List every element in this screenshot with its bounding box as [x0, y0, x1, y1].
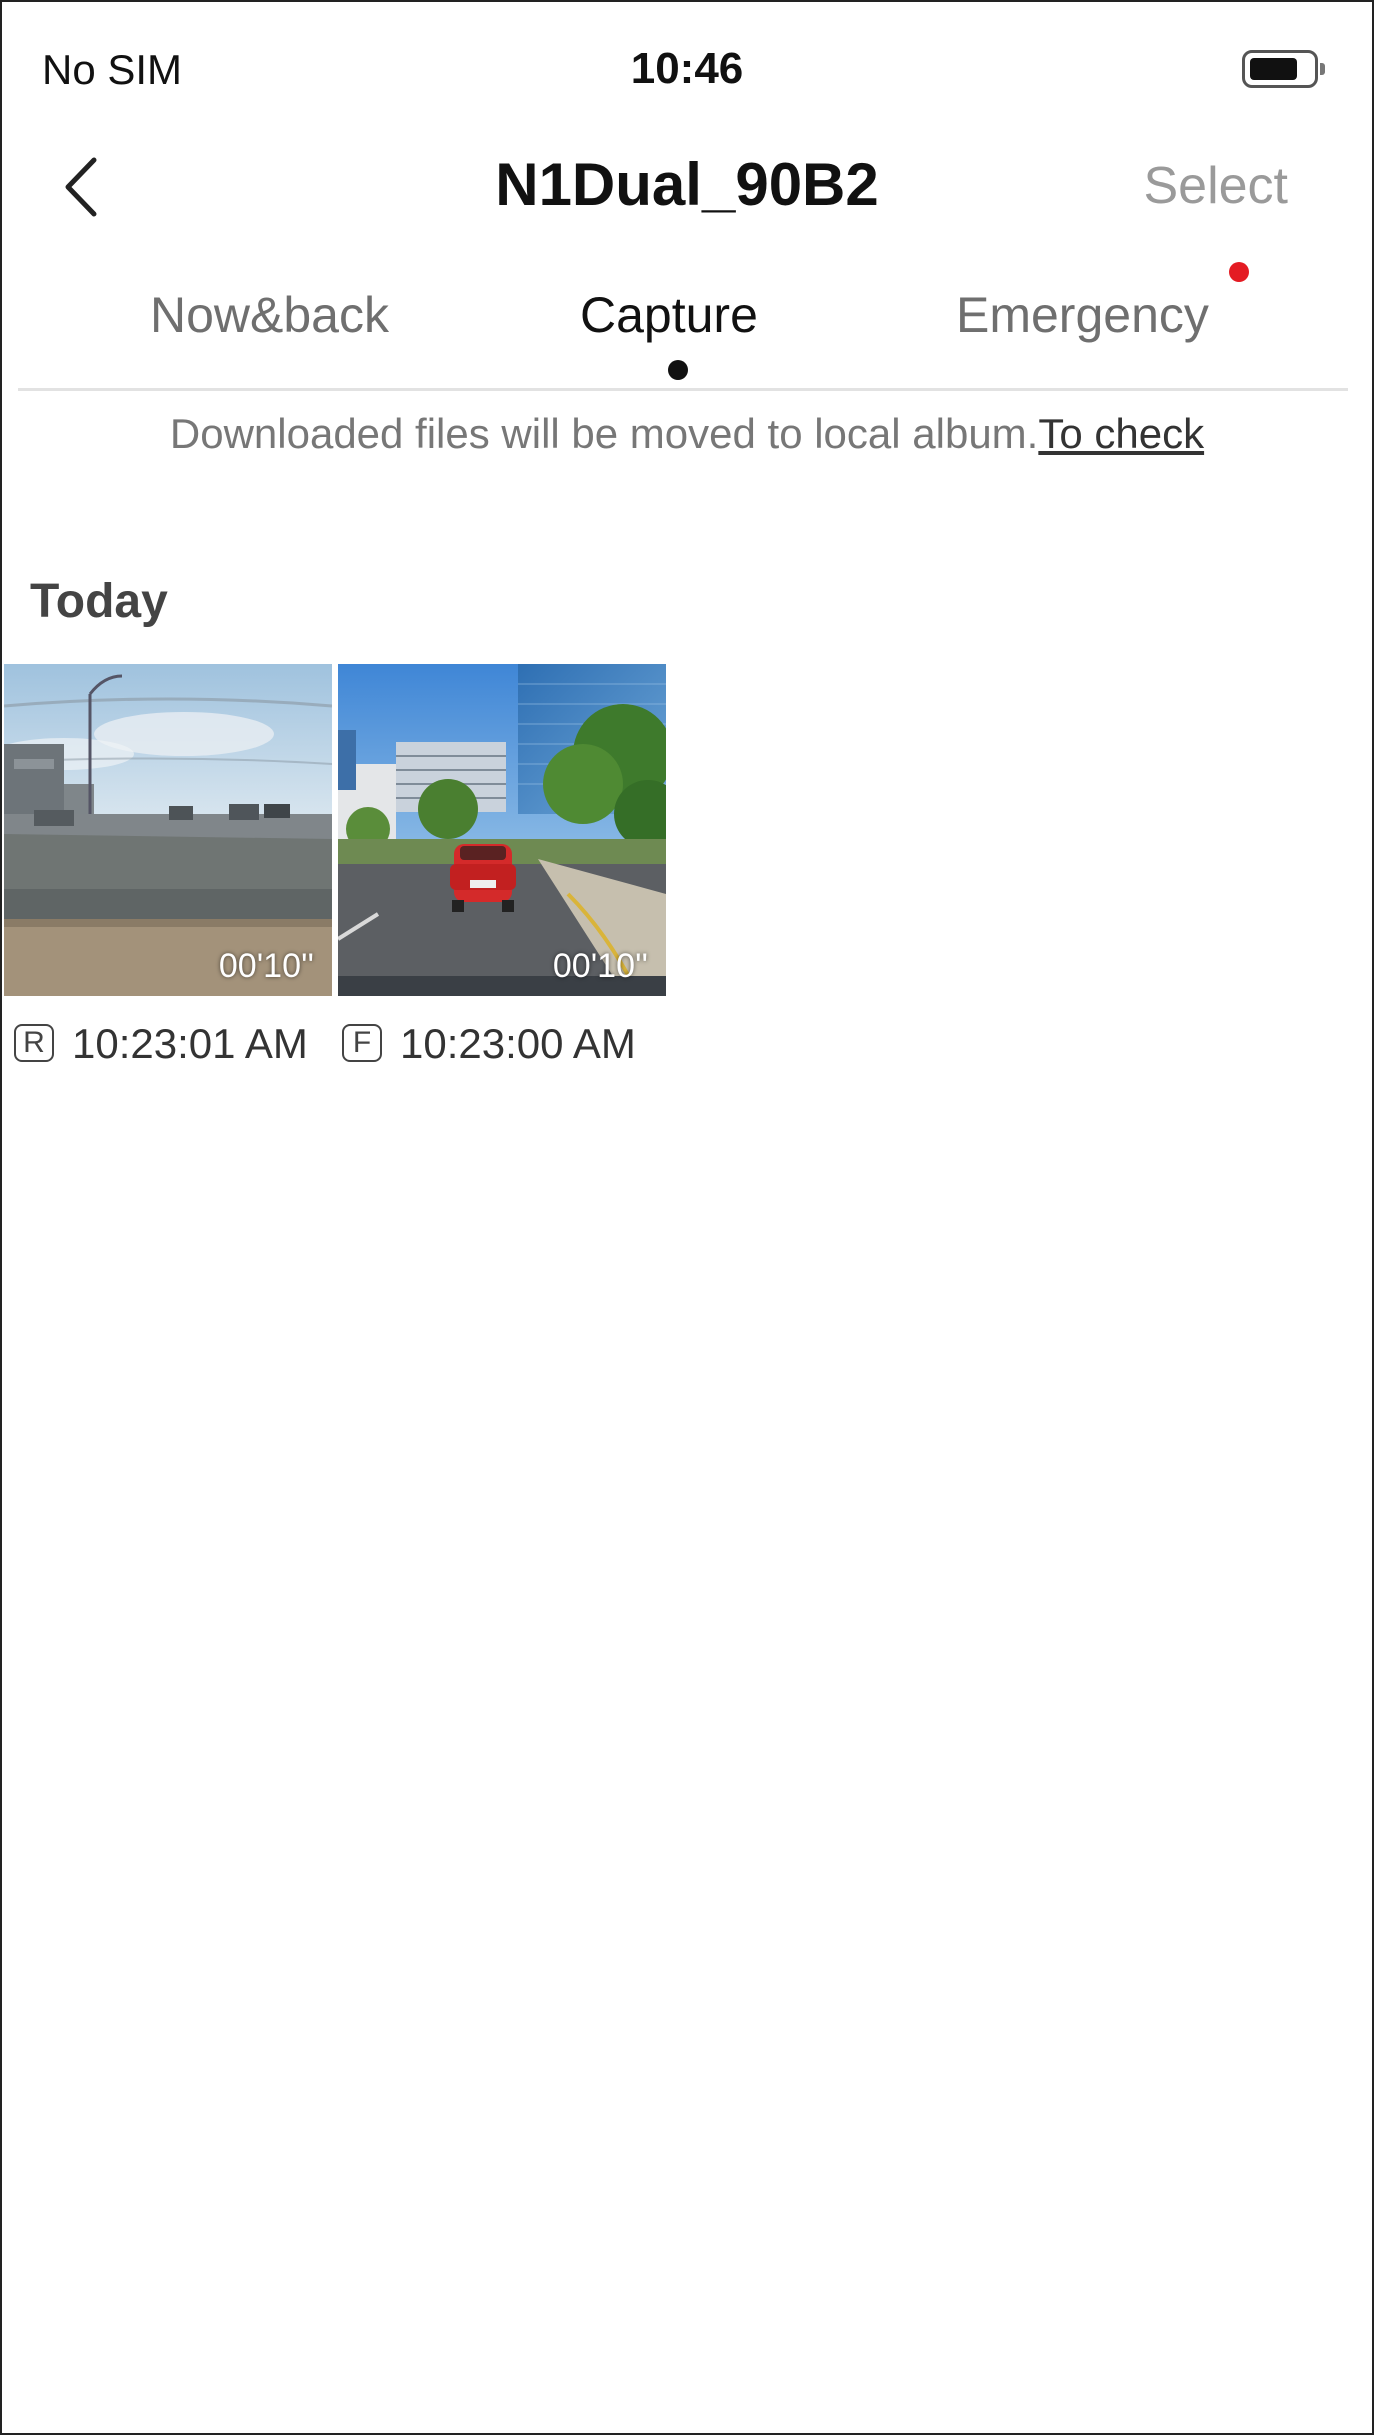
battery-icon	[1242, 50, 1325, 88]
status-bar: No SIM 10:46	[2, 2, 1372, 132]
tab-now-and-back[interactable]: Now&back	[150, 286, 389, 344]
camera-badge-front: F	[342, 1024, 382, 1062]
video-duration: 00'10''	[218, 947, 314, 985]
video-duration: 00'10''	[552, 947, 648, 985]
capture-time: 10:23:01 AM	[72, 1020, 308, 1067]
active-tab-indicator	[668, 360, 688, 380]
download-notice: Downloaded files will be moved to local …	[2, 410, 1372, 458]
capture-item[interactable]: 00'10'' F 10:23:00 AM	[338, 664, 666, 1070]
to-check-link[interactable]: To check	[1038, 410, 1204, 457]
capture-item[interactable]: 00'10'' R 10:23:01 AM	[4, 664, 332, 1070]
video-thumbnail[interactable]: 00'10''	[338, 664, 666, 996]
capture-meta: F 10:23:00 AM	[338, 1020, 666, 1070]
app-screen: No SIM 10:46 N1Dual_90B2 Select Now&back…	[0, 0, 1374, 2435]
battery-nub	[1320, 63, 1325, 75]
video-thumbnail[interactable]: 00'10''	[4, 664, 332, 996]
nav-bar: N1Dual_90B2 Select	[2, 132, 1372, 242]
tab-emergency[interactable]: Emergency	[956, 286, 1209, 344]
tab-capture[interactable]: Capture	[580, 286, 758, 344]
tab-bar: Now&back Capture Emergency	[18, 262, 1348, 391]
capture-meta: R 10:23:01 AM	[4, 1020, 332, 1070]
section-title-today: Today	[30, 575, 168, 628]
emergency-notification-dot	[1229, 262, 1249, 282]
status-clock: 10:46	[630, 44, 744, 93]
camera-badge-rear: R	[14, 1024, 54, 1062]
notice-text: Downloaded files will be moved to local …	[169, 410, 1039, 457]
battery-level	[1250, 58, 1297, 80]
capture-time: 10:23:00 AM	[400, 1020, 636, 1067]
select-button[interactable]: Select	[1143, 156, 1288, 216]
